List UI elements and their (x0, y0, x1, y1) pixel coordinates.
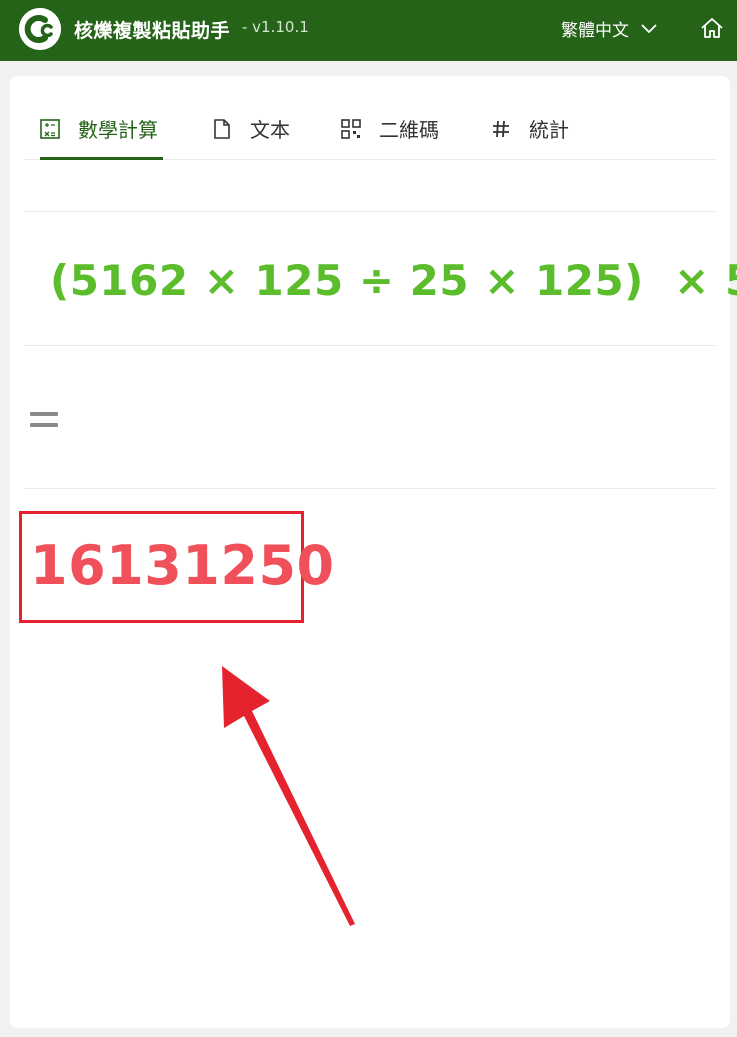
document-icon (212, 118, 232, 139)
tab-text[interactable]: 文本 (212, 114, 290, 143)
tab-stats[interactable]: 統計 (491, 114, 569, 143)
hash-icon (491, 119, 511, 139)
language-selector[interactable]: 繁體中文 (561, 16, 657, 41)
top-bar: 核爍複製粘貼助手 - v1.10.1 繁體中文 (0, 0, 737, 61)
main-card: 數學計算 文本 二維碼 統計 (5162 × 125 ÷ 25 × 125) ×… (10, 76, 737, 1028)
tab-label: 文本 (250, 118, 290, 142)
divider (24, 345, 716, 346)
cc-logo-icon (19, 8, 61, 50)
tab-math[interactable]: 數學計算 (40, 114, 158, 143)
calculator-icon (40, 118, 60, 139)
chevron-down-icon (641, 19, 657, 39)
calculation-result: 16131250 (30, 534, 335, 597)
red-arrow-icon (222, 666, 355, 926)
app-version: - v1.10.1 (242, 18, 309, 36)
divider (24, 488, 716, 489)
tab-label: 統計 (529, 118, 569, 142)
math-expression: (5162 × 125 ÷ 25 × 125) × 5 (50, 256, 737, 305)
home-icon[interactable] (700, 16, 724, 40)
tab-label: 數學計算 (78, 118, 158, 142)
tab-bar: 數學計算 文本 二維碼 統計 (24, 76, 716, 160)
equals-icon (30, 412, 58, 432)
tab-qrcode[interactable]: 二維碼 (341, 114, 439, 143)
app-title: 核爍複製粘貼助手 (74, 20, 231, 42)
qrcode-icon (341, 118, 361, 139)
language-label: 繁體中文 (561, 21, 629, 41)
divider (24, 211, 716, 212)
result-highlight-box: 16131250 (19, 511, 334, 623)
active-tab-indicator (40, 157, 163, 160)
tab-label: 二維碼 (379, 118, 439, 142)
